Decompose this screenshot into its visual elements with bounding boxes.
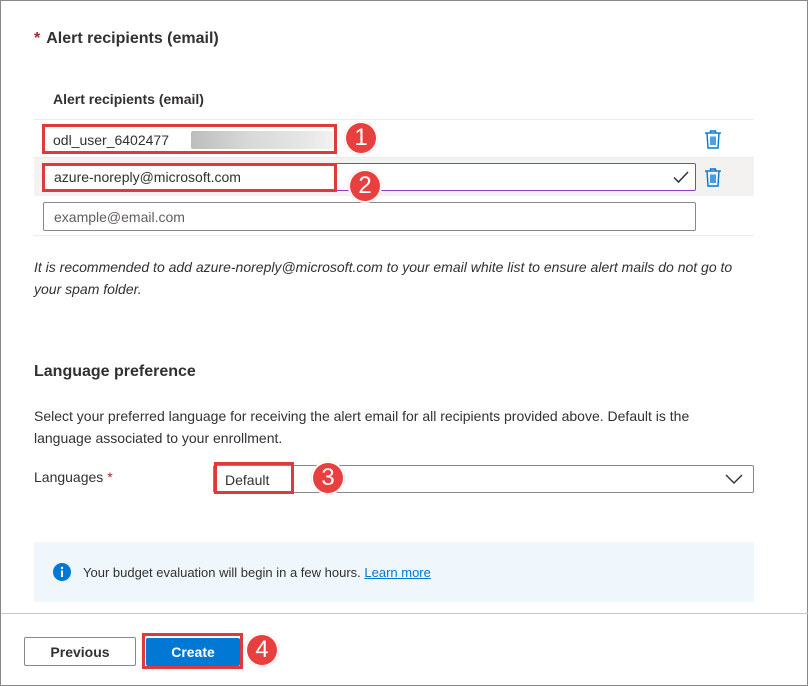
- recipients-column-header: Alert recipients (email): [53, 91, 204, 107]
- recipient-email-1: odl_user_6402477: [53, 132, 169, 148]
- language-section-title: Language preference: [34, 363, 196, 380]
- chevron-down-icon: [725, 474, 743, 484]
- footer-divider: [1, 613, 808, 614]
- callout-badge-4: 4: [245, 633, 279, 667]
- new-email-field[interactable]: [43, 202, 696, 231]
- callout-badge-1: 1: [344, 121, 378, 155]
- language-description: Select your preferred language for recei…: [34, 408, 690, 446]
- create-button[interactable]: Create: [146, 638, 240, 666]
- info-message: Your budget evaluation will begin in a f…: [83, 565, 431, 580]
- previous-button[interactable]: Previous: [24, 637, 136, 666]
- info-message-text: Your budget evaluation will begin in a f…: [83, 565, 361, 580]
- languages-label-text: Languages: [34, 469, 104, 485]
- required-marker: *: [107, 469, 113, 485]
- valid-check-icon: [672, 169, 692, 185]
- section-title-text: Alert recipients (email): [46, 30, 219, 47]
- alert-recipients-section-title: * Alert recipients (email): [34, 30, 219, 48]
- redacted-text: [191, 131, 333, 149]
- row-divider: [34, 235, 754, 236]
- languages-dropdown[interactable]: Default: [213, 465, 754, 493]
- recipient-row-1[interactable]: odl_user_6402477: [34, 120, 754, 158]
- required-marker: *: [34, 30, 41, 47]
- callout-badge-3: 3: [311, 461, 345, 495]
- callout-badge-2: 2: [348, 169, 382, 203]
- info-icon: [53, 563, 71, 581]
- new-email-input[interactable]: [44, 203, 695, 230]
- delete-recipient-2-trash-icon[interactable]: [704, 167, 722, 187]
- languages-label: Languages *: [34, 466, 113, 488]
- budget-info-bar: Your budget evaluation will begin in a f…: [34, 542, 754, 602]
- learn-more-link[interactable]: Learn more: [364, 565, 430, 580]
- budget-alert-panel: * Alert recipients (email) Alert recipien…: [0, 0, 808, 686]
- whitelist-note: It is recommended to add azure-noreply@m…: [34, 259, 733, 297]
- delete-recipient-1-trash-icon[interactable]: [704, 129, 722, 149]
- languages-selected-value: Default: [225, 472, 270, 488]
